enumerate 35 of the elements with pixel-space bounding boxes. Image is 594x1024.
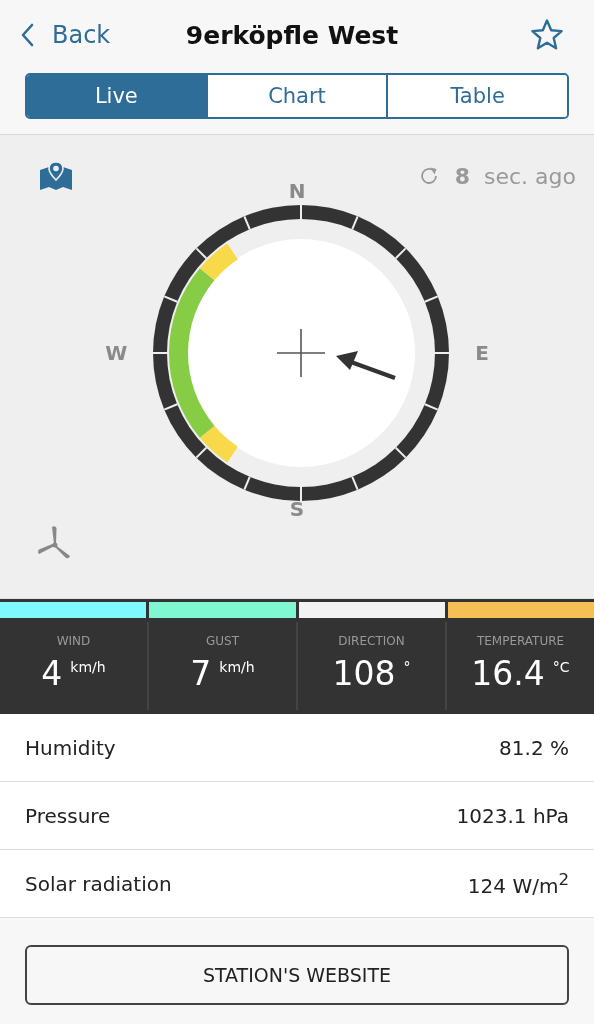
compass-label: S (289, 497, 305, 521)
stat-label: GUST (206, 634, 239, 648)
compass-label: E (475, 341, 489, 365)
detail-label: Solar radiation (25, 871, 172, 896)
compass-label: N (288, 179, 306, 203)
back-chevron-icon (20, 23, 34, 47)
stat-value: 7 (190, 654, 212, 693)
tab[interactable]: Table (386, 75, 567, 117)
stat-label: TEMPERATURE (476, 634, 565, 648)
update-age: 8 (454, 163, 470, 189)
screen-title: 9erköpfle West (185, 20, 399, 50)
stat-unit: °C (552, 659, 570, 675)
tab[interactable]: Live (27, 75, 206, 117)
crosshair-icon (276, 328, 326, 378)
map-icon[interactable] (39, 161, 73, 191)
stat-unit: km/h (219, 659, 255, 675)
stat-value: 4 (41, 654, 63, 693)
website-button[interactable]: STATION'S WEBSITE (25, 945, 569, 1005)
wind-arrow-icon (336, 351, 396, 381)
stat-label: WIND (56, 634, 91, 648)
detail-label: Humidity (25, 735, 116, 760)
tab[interactable]: Chart (205, 75, 387, 117)
stat-unit: km/h (70, 659, 106, 675)
detail-value: 81.2 % (499, 735, 569, 760)
stat-unit: ° (403, 659, 411, 675)
stat-label: DIRECTION (338, 634, 405, 648)
back-button[interactable]: Back (20, 21, 111, 49)
detail-value: 124 W/m$^{2}$ (467, 869, 569, 898)
detail-label: Pressure (25, 803, 111, 828)
detail-value: 1023.1 hPa (456, 803, 569, 828)
compass-label: W (105, 341, 128, 365)
star-icon[interactable] (530, 18, 564, 52)
stat-value: 16.4 (471, 654, 545, 693)
update-age-unit: sec. ago (484, 163, 576, 189)
stat-value: 108 (332, 654, 396, 693)
